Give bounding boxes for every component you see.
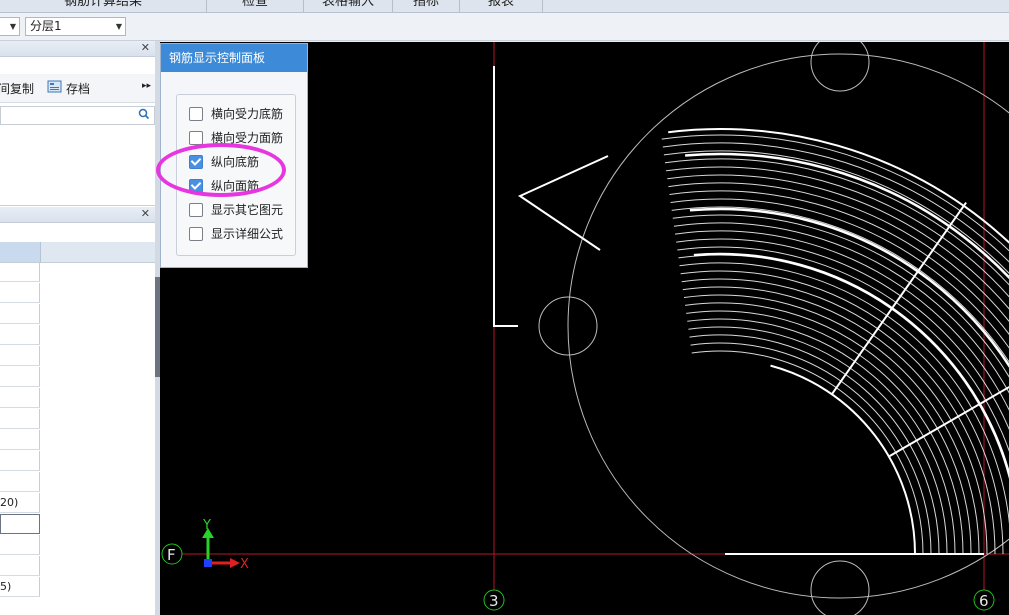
axis-x-label: X (240, 557, 249, 572)
table-row[interactable]: 5) (0, 577, 40, 597)
rebar-arc (676, 238, 1009, 431)
table-row[interactable] (0, 472, 40, 492)
axis-indicator: Y X (202, 518, 249, 572)
more-icon[interactable]: ▸▸ (142, 81, 151, 91)
table-row[interactable] (0, 325, 40, 345)
tab-indicators[interactable]: 指标 (393, 0, 460, 12)
rebar-arc (662, 142, 1009, 263)
rebar-arcs (517, 134, 1009, 555)
radial-divider (830, 202, 967, 395)
panel-header: ✕ (0, 41, 155, 57)
checkbox-show-other-elements[interactable] (189, 203, 203, 217)
rebar-arc (691, 350, 924, 555)
table-row[interactable] (0, 304, 40, 324)
copy-button[interactable]: 间复制 (0, 80, 34, 97)
row-value: 20) (0, 496, 19, 509)
table-header-cell (0, 242, 41, 262)
tab-label: 指标 (412, 0, 439, 9)
floor-combo[interactable]: ▼ (0, 17, 20, 36)
table-row[interactable] (0, 430, 40, 450)
table-row[interactable] (0, 451, 40, 471)
checkbox-transverse-top[interactable] (189, 131, 203, 145)
layer-toolbar: ▼ 分层1 ▼ (0, 13, 1009, 41)
checkbox-show-detailed-formula[interactable] (189, 227, 203, 241)
row-value: 5) (0, 580, 12, 593)
tab-check[interactable]: 检查 (207, 0, 304, 12)
rebar-arc (689, 334, 940, 555)
table-row[interactable] (0, 388, 40, 408)
rebar-band (693, 252, 1009, 479)
chevron-down-icon: ▼ (9, 22, 16, 31)
tab-label: 钢筋计算结果 (63, 0, 142, 9)
left-dock-panel: ✕ 间复制 存档 ▸▸ ✕ 20) 5) (0, 41, 155, 615)
table-row-selected[interactable] (0, 514, 40, 534)
rebar-arc (677, 246, 1009, 453)
layer-combo-value: 分层1 (30, 19, 62, 33)
option-label: 显示其它图元 (211, 203, 284, 217)
grid-label-F: F (167, 546, 176, 564)
option-label: 横向受力底筋 (211, 107, 284, 121)
column-circle (810, 560, 870, 615)
table-row[interactable] (0, 409, 40, 429)
search-input[interactable] (0, 106, 155, 125)
table-row[interactable]: 20) (0, 493, 40, 513)
rebar-arc (681, 278, 996, 555)
tab-label: 表格输入 (321, 0, 374, 9)
zigzag-marker (517, 155, 609, 251)
table-row[interactable] (0, 262, 40, 282)
rebar-arc (672, 214, 1009, 378)
tab-label: 报表 (487, 0, 514, 9)
save-icon (47, 79, 62, 97)
close-icon[interactable]: ✕ (141, 41, 150, 55)
layer-combo[interactable]: 分层1 ▼ (25, 17, 126, 36)
left-edge (493, 66, 518, 327)
rebar-arc (670, 198, 1009, 349)
panel-toolbar: 间复制 存档 ▸▸ (0, 74, 155, 103)
rebar-arc (673, 222, 1009, 394)
save-button[interactable]: 存档 (66, 80, 90, 97)
reference-circle (567, 53, 1009, 599)
origin-marker (204, 559, 212, 567)
tab-reports[interactable]: 报表 (460, 0, 543, 12)
grid-label-3: 3 (489, 592, 499, 610)
properties-panel-header: ✕ (0, 207, 155, 223)
annotation-ellipse (156, 143, 286, 197)
table-row[interactable] (0, 556, 40, 576)
column-circle (810, 42, 870, 92)
panel-divider (0, 205, 155, 206)
rebar-arc (690, 342, 932, 555)
tab-table-input[interactable]: 表格输入 (304, 0, 393, 12)
rebar-arc (666, 166, 1009, 298)
table-row[interactable] (0, 367, 40, 387)
tab-label: 检查 (241, 0, 268, 9)
x-arrowhead-icon (230, 558, 240, 568)
table-row[interactable] (0, 283, 40, 303)
search-icon (138, 107, 150, 124)
control-panel-title: 钢筋显示控制面板 (161, 44, 307, 72)
rebar-arc (661, 134, 1009, 252)
grid-bubble-6: 6 (973, 589, 995, 611)
rebar-arc (680, 270, 1004, 555)
table-row[interactable] (0, 535, 40, 555)
chevron-down-icon: ▼ (115, 22, 122, 31)
ribbon-tab-bar: 钢筋计算结果 检查 表格输入 指标 报表 (0, 0, 1009, 13)
rebar-arc (663, 150, 1009, 274)
axis-y-label: Y (202, 518, 211, 533)
rebar-arc (688, 326, 948, 555)
option-label: 显示详细公式 (211, 227, 284, 241)
inner-edge (770, 364, 916, 555)
grid-bubble-3: 3 (483, 589, 505, 611)
table-row[interactable] (0, 346, 40, 366)
close-icon[interactable]: ✕ (141, 207, 150, 221)
grid-bubble-F: F (161, 543, 183, 565)
properties-table-header (0, 242, 155, 263)
checkbox-transverse-bottom[interactable] (189, 107, 203, 121)
tab-rebar-results[interactable]: 钢筋计算结果 (0, 0, 207, 12)
grid-label-6: 6 (979, 592, 989, 610)
